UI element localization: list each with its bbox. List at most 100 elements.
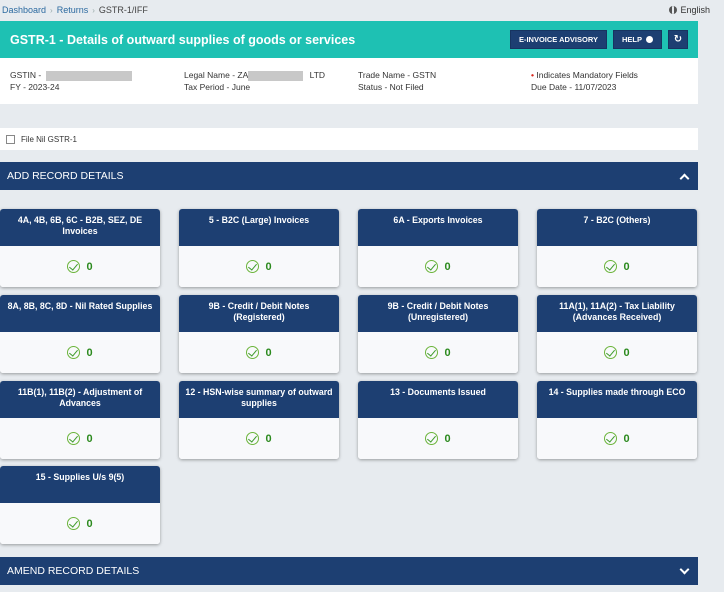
tile-exports[interactable]: 6A - Exports Invoices 0 — [358, 209, 518, 287]
due-date: Due Date - 11/07/2023 — [531, 82, 617, 92]
tile-title: 12 - HSN-wise summary of outward supplie… — [179, 381, 339, 418]
check-circle-icon — [425, 260, 439, 273]
tile-count: 0 — [86, 346, 93, 359]
tile-title: 13 - Documents Issued — [358, 381, 518, 418]
info-col-trade: Trade Name - GSTN Status - Not Filed — [358, 69, 436, 93]
tile-count: 0 — [444, 432, 451, 445]
info-col-gstin: GSTIN - FY - 2023-24 — [10, 69, 132, 93]
filing-status: Status - Not Filed — [358, 82, 424, 92]
mandatory-star-icon: • — [531, 70, 534, 80]
tile-title: 7 - B2C (Others) — [537, 209, 697, 246]
tile-cdn-unregistered[interactable]: 9B - Credit / Debit Notes (Unregistered)… — [358, 295, 518, 373]
mandatory-note-row: • Indicates Mandatory Fields — [531, 69, 638, 81]
language-label: English — [680, 5, 710, 15]
tile-nil-rated[interactable]: 8A, 8B, 8C, 8D - Nil Rated Supplies 0 — [0, 295, 160, 373]
tile-b2c-large[interactable]: 5 - B2C (Large) Invoices 0 — [179, 209, 339, 287]
tile-title: 8A, 8B, 8C, 8D - Nil Rated Supplies — [0, 295, 160, 332]
tile-count: 0 — [623, 346, 630, 359]
check-circle-icon — [425, 432, 439, 445]
gstin-row: GSTIN - — [10, 69, 132, 81]
chevron-up-icon — [679, 173, 690, 183]
info-col-due: • Indicates Mandatory Fields Due Date - … — [531, 69, 638, 93]
tile-count: 0 — [444, 260, 451, 273]
tile-title: 11B(1), 11B(2) - Adjustment of Advances — [0, 381, 160, 418]
info-col-legal: Legal Name - ZA LTD Tax Period - June — [184, 69, 325, 93]
breadcrumb-returns[interactable]: Returns — [57, 5, 89, 15]
tile-count-area: 0 — [0, 332, 160, 373]
breadcrumb-separator: › — [92, 5, 95, 15]
tile-count-area: 0 — [179, 246, 339, 287]
legal-name-row: Legal Name - ZA LTD — [184, 69, 325, 81]
tile-supplies-9-5[interactable]: 15 - Supplies U/s 9(5) 0 — [0, 466, 160, 544]
check-circle-icon — [67, 432, 81, 445]
tile-count: 0 — [86, 517, 93, 530]
tile-adjustment-advances[interactable]: 11B(1), 11B(2) - Adjustment of Advances … — [0, 381, 160, 459]
breadcrumb: Dashboard › Returns › GSTR-1/IFF — [2, 5, 148, 15]
amend-record-section-header[interactable]: AMEND RECORD DETAILS — [0, 557, 698, 585]
tile-eco-supplies[interactable]: 14 - Supplies made through ECO 0 — [537, 381, 697, 459]
tile-title: 6A - Exports Invoices — [358, 209, 518, 246]
help-label: HELP — [621, 35, 642, 44]
tile-title: 15 - Supplies U/s 9(5) — [0, 466, 160, 503]
check-circle-icon — [67, 517, 81, 530]
tile-title: 9B - Credit / Debit Notes (Registered) — [179, 295, 339, 332]
gstin-redacted — [45, 70, 132, 81]
tile-count-area: 0 — [0, 418, 160, 459]
tax-period: Tax Period - June — [184, 82, 251, 92]
legal-name-suffix: LTD — [309, 70, 326, 80]
tile-documents-issued[interactable]: 13 - Documents Issued 0 — [358, 381, 518, 459]
tile-count: 0 — [265, 432, 272, 445]
refresh-icon: ↻ — [673, 34, 683, 45]
refresh-button[interactable]: ↻ — [668, 30, 688, 49]
check-circle-icon — [67, 346, 81, 359]
einvoice-advisory-button[interactable]: E-INVOICE ADVISORY — [509, 30, 607, 49]
tile-b2c-others[interactable]: 7 - B2C (Others) 0 — [537, 209, 697, 287]
check-circle-icon — [67, 260, 81, 273]
header-actions: E-INVOICE ADVISORY HELP ↻ — [509, 30, 688, 49]
breadcrumb-separator: › — [50, 5, 53, 15]
tile-count-area: 0 — [0, 503, 160, 544]
gstin-label: GSTIN - — [10, 70, 42, 80]
breadcrumb-current: GSTR-1/IFF — [98, 5, 148, 15]
top-bar: Dashboard › Returns › GSTR-1/IFF English — [0, 0, 724, 20]
tile-count: 0 — [86, 260, 93, 273]
page-header: GSTR-1 - Details of outward supplies of … — [0, 21, 698, 58]
tile-count-area: 0 — [537, 332, 697, 373]
tile-b2b[interactable]: 4A, 4B, 6B, 6C - B2B, SEZ, DE Invoices 0 — [0, 209, 160, 287]
help-button[interactable]: HELP — [612, 30, 662, 49]
tile-count: 0 — [86, 432, 93, 445]
tile-hsn-summary[interactable]: 12 - HSN-wise summary of outward supplie… — [179, 381, 339, 459]
language-selector[interactable]: English — [669, 5, 710, 15]
tile-count: 0 — [444, 346, 451, 359]
breadcrumb-dashboard[interactable]: Dashboard — [2, 5, 46, 15]
tile-count-area: 0 — [358, 332, 518, 373]
help-icon — [646, 36, 653, 43]
check-circle-icon — [246, 432, 260, 445]
tile-title: 9B - Credit / Debit Notes (Unregistered) — [358, 295, 518, 332]
nil-return-checkbox[interactable] — [6, 134, 15, 144]
tile-count-area: 0 — [179, 418, 339, 459]
tile-count-area: 0 — [179, 332, 339, 373]
chevron-down-icon — [679, 564, 690, 575]
amend-record-title: AMEND RECORD DETAILS — [7, 565, 140, 577]
tile-count: 0 — [265, 346, 272, 359]
page-title: GSTR-1 - Details of outward supplies of … — [10, 32, 356, 47]
nil-return-row: File Nil GSTR-1 — [0, 128, 698, 150]
check-circle-icon — [604, 346, 618, 359]
check-circle-icon — [604, 260, 618, 273]
tile-tax-liability[interactable]: 11A(1), 11A(2) - Tax Liability (Advances… — [537, 295, 697, 373]
legal-name-label: Legal Name - ZA — [184, 70, 249, 80]
tile-count-area: 0 — [537, 246, 697, 287]
tile-cdn-registered[interactable]: 9B - Credit / Debit Notes (Registered) 0 — [179, 295, 339, 373]
nil-return-label: File Nil GSTR-1 — [21, 134, 78, 144]
check-circle-icon — [246, 346, 260, 359]
check-circle-icon — [246, 260, 260, 273]
tile-count: 0 — [265, 260, 272, 273]
add-record-title: ADD RECORD DETAILS — [7, 170, 124, 182]
tile-count-area: 0 — [358, 246, 518, 287]
tile-count: 0 — [623, 432, 630, 445]
trade-name: Trade Name - GSTN — [358, 70, 437, 80]
add-record-section-header[interactable]: ADD RECORD DETAILS — [0, 162, 698, 190]
tile-count-area: 0 — [0, 246, 160, 287]
tile-count-area: 0 — [358, 418, 518, 459]
